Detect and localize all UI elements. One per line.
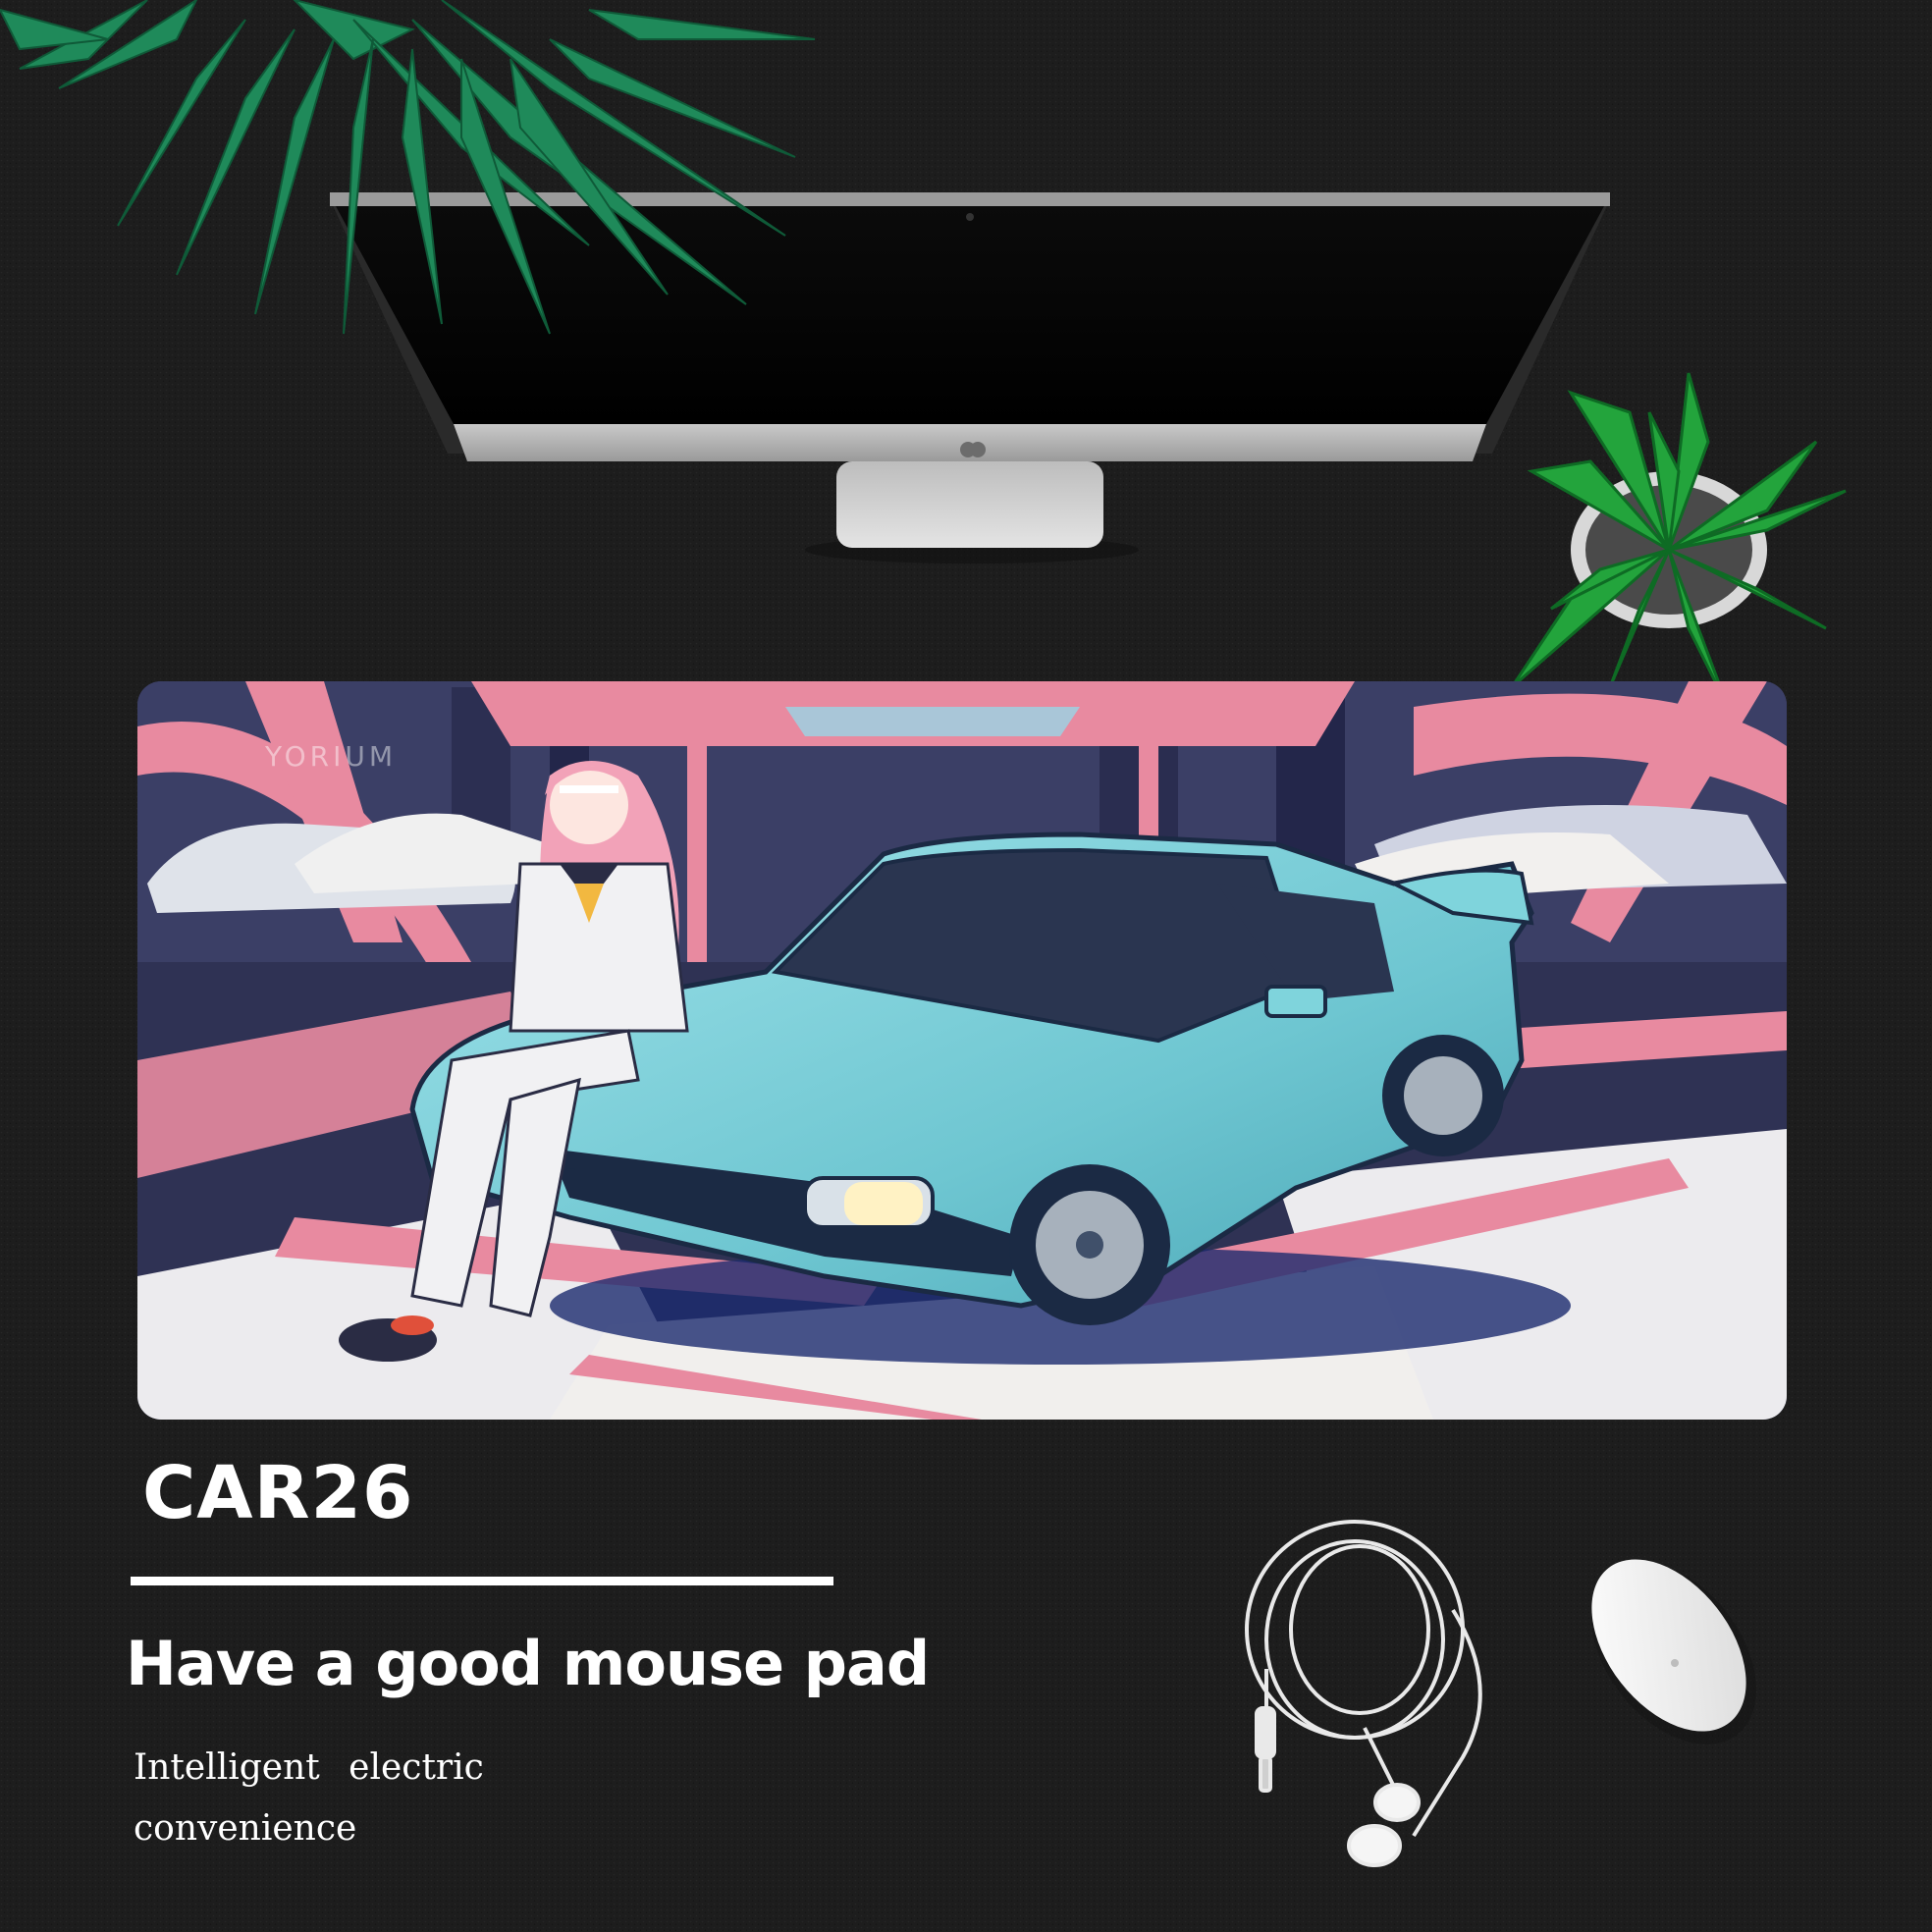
tagline-line-1: Intelligent electric	[134, 1747, 484, 1788]
tagline-line-2: convenience	[134, 1808, 357, 1849]
product-code: CAR26	[142, 1451, 414, 1535]
mousepad-artwork: 90L YORIUM	[137, 681, 1787, 1420]
apple-logo-icon	[960, 442, 986, 457]
watermark-text: YORIUM	[264, 740, 397, 773]
headline: Have a good mouse pad	[126, 1628, 930, 1699]
mousepad: 90L YORIUM	[137, 681, 1787, 1420]
divider	[131, 1577, 833, 1585]
